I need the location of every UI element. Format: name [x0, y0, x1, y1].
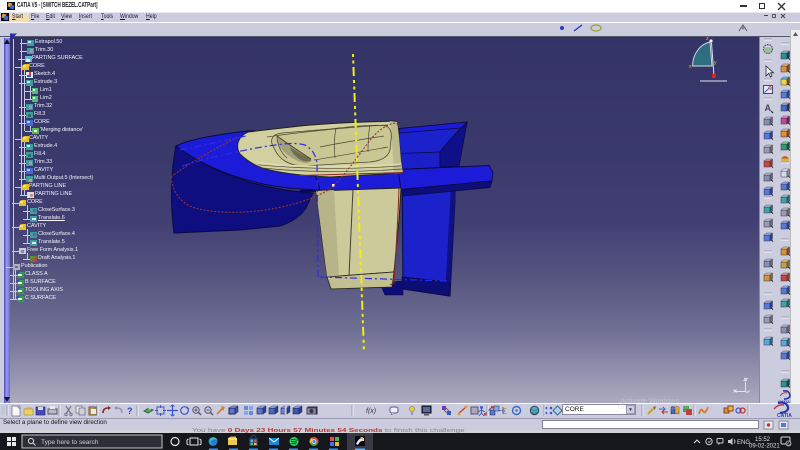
svg-text:?: ?: [127, 406, 133, 416]
svg-text:x: x: [689, 64, 692, 70]
svg-text:Σ: Σ: [502, 407, 507, 416]
svg-text:Type here to search: Type here to search: [41, 439, 99, 446]
svg-text:09-02-2021: 09-02-2021: [749, 444, 780, 450]
svg-text:15:52: 15:52: [755, 437, 771, 443]
svg-text:f(x): f(x): [366, 408, 376, 415]
svg-text:z: z: [706, 36, 709, 42]
svg-text:y: y: [714, 60, 717, 66]
